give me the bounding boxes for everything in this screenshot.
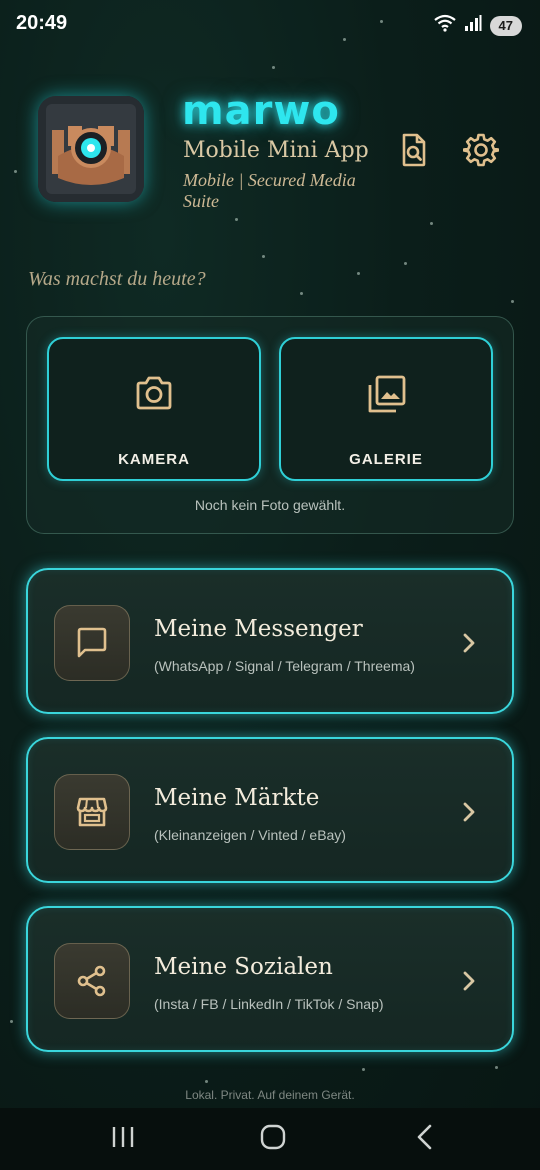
status-icons: 47 xyxy=(433,14,522,37)
camera-label: KAMERA xyxy=(118,451,190,468)
recents-icon[interactable] xyxy=(110,1124,136,1155)
brand-subtitle: Mobile Mini App xyxy=(183,138,369,163)
card-title: Meine Messenger xyxy=(154,616,363,642)
document-search-icon[interactable] xyxy=(396,132,432,168)
card-subtitle: (Kleinanzeigen / Vinted / eBay) xyxy=(154,827,346,843)
brand-title: marwo xyxy=(182,88,340,134)
chevron-right-icon xyxy=(462,801,476,828)
app-logo xyxy=(38,96,144,202)
home-icon[interactable] xyxy=(259,1124,287,1155)
card-icon-box xyxy=(54,605,130,681)
card-subtitle: (Insta / FB / LinkedIn / TikTok / Snap) xyxy=(154,996,384,1012)
gallery-label: GALERIE xyxy=(349,451,423,468)
card-title: Meine Sozialen xyxy=(154,954,333,980)
card-icon-box xyxy=(54,943,130,1019)
system-nav-bar xyxy=(0,1108,540,1170)
gallery-button[interactable]: GALERIE xyxy=(279,337,493,481)
back-icon[interactable] xyxy=(414,1124,436,1155)
card-icon-box xyxy=(54,774,130,850)
chevron-right-icon xyxy=(462,970,476,997)
photo-panel: KAMERA GALERIE Noch kein Foto gewählt. xyxy=(26,316,514,534)
camera-button[interactable]: KAMERA xyxy=(47,337,261,481)
messenger-card[interactable]: Meine Messenger (WhatsApp / Signal / Tel… xyxy=(26,568,514,714)
chevron-right-icon xyxy=(462,632,476,659)
socials-card[interactable]: Meine Sozialen (Insta / FB / LinkedIn / … xyxy=(26,906,514,1052)
battery-icon: 47 xyxy=(489,15,522,36)
photo-status: Noch kein Foto gewählt. xyxy=(194,497,346,513)
signal-icon xyxy=(464,14,482,37)
card-title: Meine Märkte xyxy=(154,785,320,811)
markets-card[interactable]: Meine Märkte (Kleinanzeigen / Vinted / e… xyxy=(26,737,514,883)
card-subtitle: (WhatsApp / Signal / Telegram / Threema) xyxy=(154,658,415,674)
status-time: 20:49 xyxy=(16,12,68,34)
footer-note: Lokal. Privat. Auf deinem Gerät. xyxy=(185,1088,355,1102)
question-prompt: Was machst du heute? xyxy=(28,268,206,290)
gear-icon[interactable] xyxy=(462,132,500,168)
wifi-icon xyxy=(433,14,456,37)
brand-tagline: Mobile | Secured Media Suite xyxy=(183,170,356,211)
status-bar: 20:49 47 xyxy=(0,0,540,52)
